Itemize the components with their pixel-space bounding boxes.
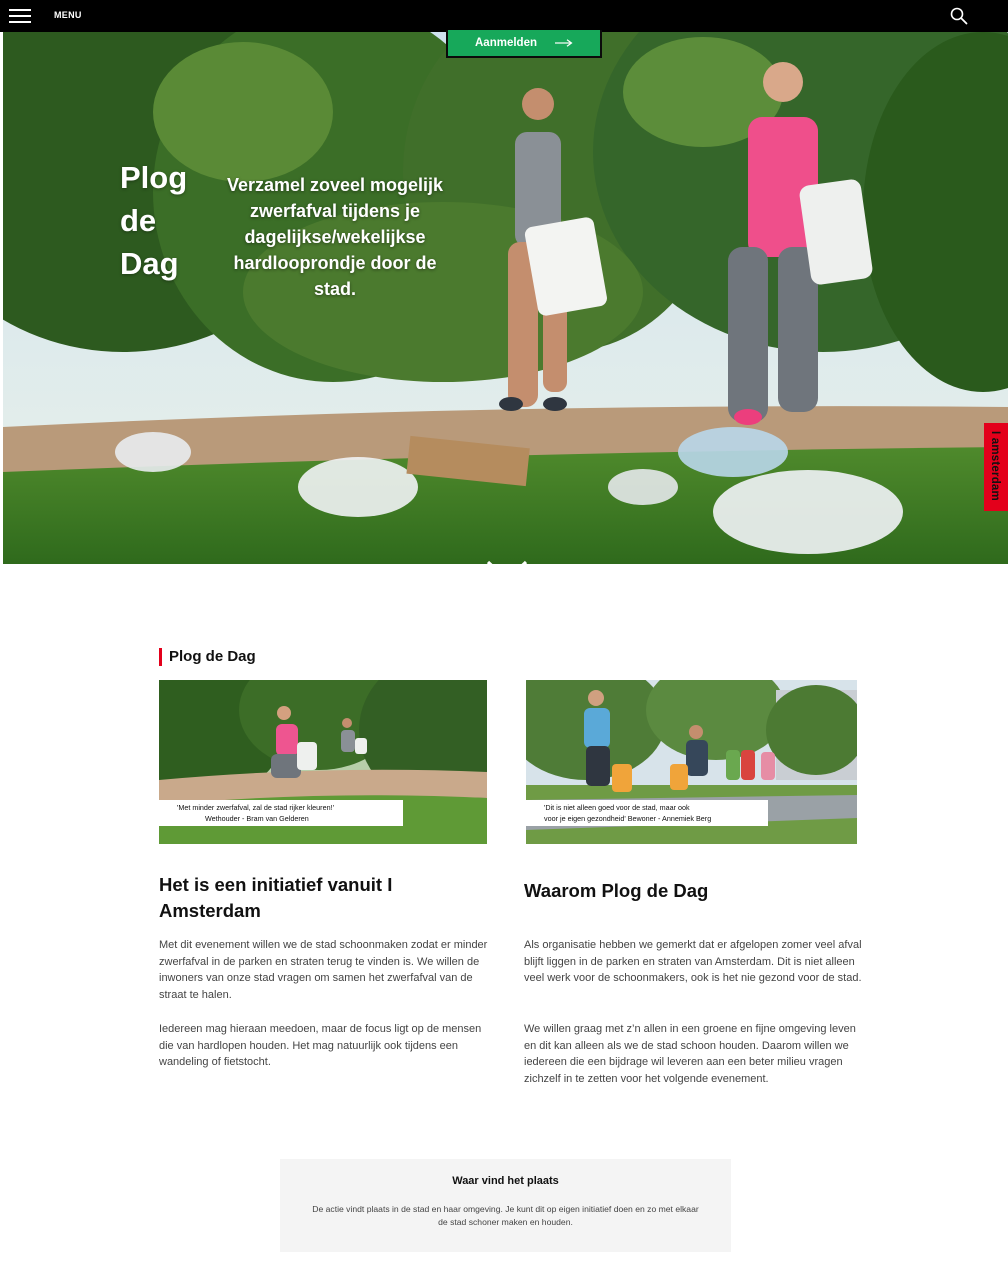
- menu-label[interactable]: MENU: [54, 10, 82, 20]
- why-paragraph-1: Als organisatie hebben we gemerkt dat er…: [524, 939, 862, 985]
- arrow-right-icon: [555, 39, 573, 47]
- location-title: Waar vind het plaats: [452, 1175, 559, 1187]
- initiative-heading: Het is een initiatief vanuit I Amsterdam: [159, 874, 393, 921]
- side-tab-label: I amsterdam: [989, 431, 1001, 501]
- hero-title: Plog de Dag: [120, 160, 188, 281]
- quote-author: voor je eigen gezondheid' Bewoner - Anne…: [544, 813, 712, 823]
- signup-button[interactable]: Aanmelden: [446, 30, 602, 58]
- initiative-paragraph-1: Met dit evenement willen we de stad scho…: [159, 939, 488, 1001]
- top-navigation-bar: MENU: [0, 0, 1008, 32]
- photo-group-plogging: 'Dit is niet alleen goed voor de stad, m…: [526, 680, 857, 844]
- why-heading: Waarom Plog de Dag: [524, 880, 709, 901]
- quote-text: 'Dit is niet alleen goed voor de stad, m…: [544, 803, 690, 812]
- quote-author: Wethouder - Bram van Gelderen: [205, 813, 309, 823]
- hamburger-icon[interactable]: [9, 9, 31, 23]
- location-text: De actie vindt plaats in de stad en haar…: [312, 1204, 699, 1227]
- search-icon[interactable]: [950, 7, 968, 25]
- hero-image: [3, 32, 1008, 564]
- location-info-box: Waar vind het plaats De actie vindt plaa…: [280, 1159, 731, 1252]
- hero-subtitle: Verzamel zoveel mogelijk zwerfafval tijd…: [226, 175, 444, 299]
- quote-caption: 'Dit is niet alleen goed voor de stad, m…: [526, 800, 768, 826]
- section-heading: Plog de Dag: [159, 648, 256, 666]
- quote-caption: 'Met minder zwerfafval, zal de stad rijk…: [159, 800, 403, 826]
- i-amsterdam-side-tab[interactable]: I amsterdam: [984, 423, 1008, 511]
- hero-banner: Plog de Dag Verzamel zoveel mogelijk zwe…: [3, 32, 1008, 564]
- quote-text: 'Met minder zwerfafval, zal de stad rijk…: [177, 803, 334, 812]
- chevron-down-icon[interactable]: [485, 558, 529, 564]
- initiative-paragraph-2: Iedereen mag hieraan meedoen, maar de fo…: [159, 1023, 482, 1069]
- photo-plogging-park: 'Met minder zwerfafval, zal de stad rijk…: [159, 680, 487, 844]
- why-paragraph-2: We willen graag met z’n allen in een gro…: [524, 1023, 856, 1085]
- signup-button-label: Aanmelden: [475, 37, 537, 49]
